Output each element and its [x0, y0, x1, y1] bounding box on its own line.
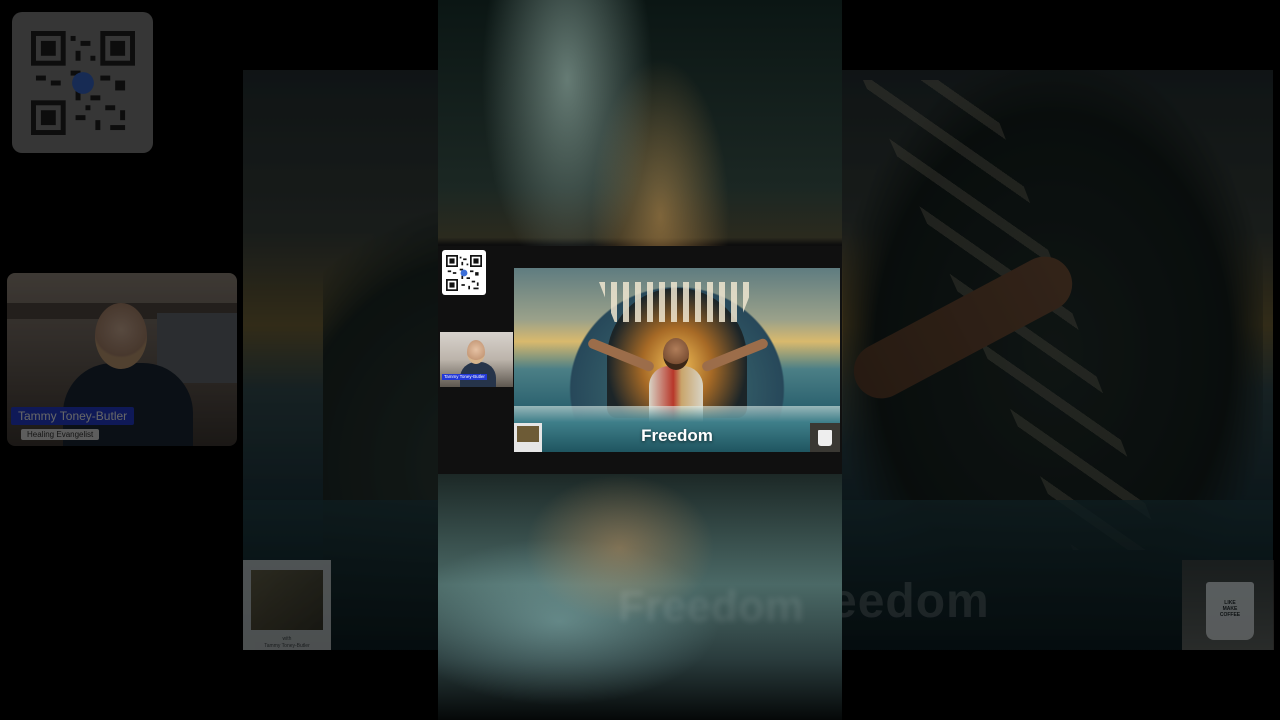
reflection-blur: Freedom	[438, 474, 842, 720]
speaker-video-thumbnail[interactable]: Tammy Toney-Butler	[440, 332, 513, 387]
qr-code-icon	[446, 254, 482, 291]
stage-qr-code[interactable]	[442, 250, 486, 295]
video-stage[interactable]: Tammy Toney-Butler Freedom	[438, 246, 842, 474]
slide-caption: Freedom	[641, 426, 713, 445]
main-slide-image[interactable]: Freedom	[514, 268, 840, 452]
speaker-name-tag: Tammy Toney-Butler	[442, 374, 487, 380]
reflection-caption: Freedom	[618, 582, 804, 631]
